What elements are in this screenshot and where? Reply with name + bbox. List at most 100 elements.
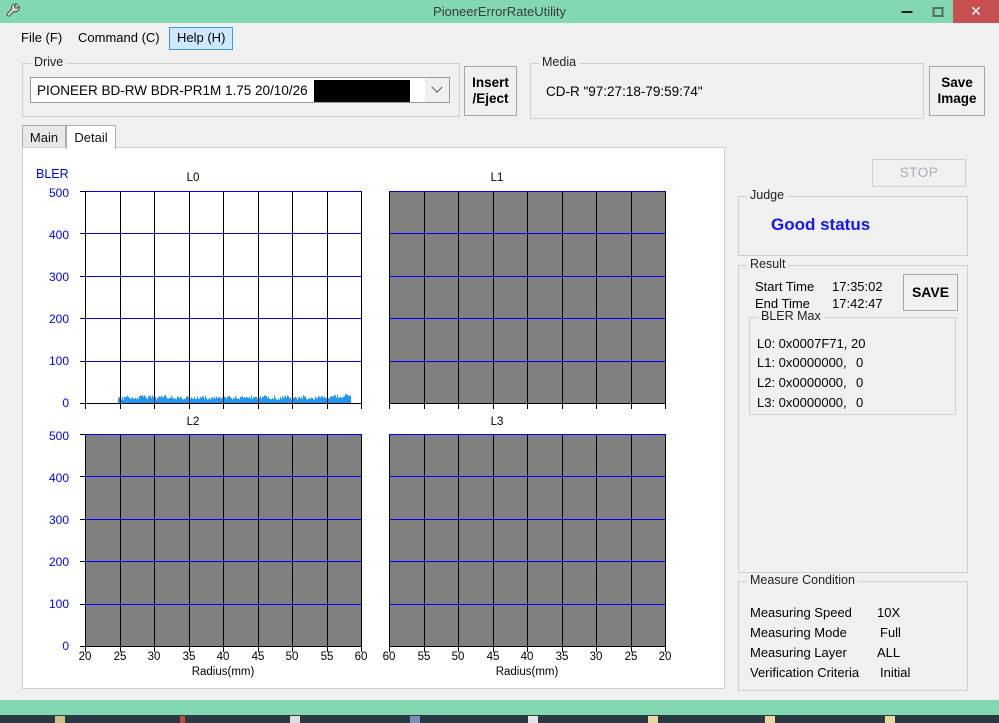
axis-tick	[258, 647, 259, 652]
gridline-vertical	[458, 434, 459, 647]
axis-tick	[189, 647, 190, 652]
gridline-vertical	[424, 191, 425, 404]
gridline-vertical	[223, 191, 224, 404]
ytick-l0-100: 100	[48, 354, 69, 368]
drive-select[interactable]: PIONEER BD-RW BDR-PR1M 1.75 20/10/26	[30, 77, 450, 103]
yaxis-tick	[80, 191, 85, 192]
drive-group-label: Drive	[31, 55, 67, 69]
drive-serial-redaction	[314, 80, 410, 102]
axis-tick	[189, 404, 190, 409]
axis-tick	[223, 647, 224, 652]
menu-bar: File (F) Command (C) Help (H)	[0, 23, 999, 52]
taskbar-icon-3[interactable]	[290, 716, 300, 723]
gridline-vertical	[361, 434, 362, 647]
taskbar-icon-4[interactable]	[410, 716, 420, 723]
taskbar-icon-7[interactable]	[765, 716, 775, 723]
gridline-vertical	[154, 434, 155, 647]
gridline-vertical	[631, 434, 632, 647]
title-bar: PioneerErrorRateUtility ✕	[0, 0, 999, 23]
axis-tick	[327, 647, 328, 652]
result-group-label: Result	[747, 257, 789, 271]
axis-tick	[562, 647, 563, 652]
xaxis-tick-label: 60	[354, 651, 368, 663]
close-button[interactable]: ✕	[953, 0, 999, 23]
gridline-vertical	[596, 434, 597, 647]
tab-main[interactable]: Main	[22, 125, 66, 148]
insert-eject-button[interactable]: Insert /Eject	[464, 66, 517, 116]
xaxis-tick-label: 20	[78, 651, 92, 663]
measuring-speed-label: Measuring Speed	[750, 605, 852, 620]
gridline-horizontal	[85, 519, 362, 520]
gridline-horizontal	[389, 434, 666, 435]
gridline-horizontal	[389, 476, 666, 477]
axis-tick	[424, 404, 425, 409]
measuring-speed-value: 10X	[877, 605, 901, 620]
xaxis-tick-label: 25	[624, 651, 638, 663]
gridline-vertical	[154, 191, 155, 404]
axis-tick	[120, 404, 121, 409]
yaxis-tick	[80, 434, 85, 435]
taskbar-icon-5[interactable]	[528, 716, 538, 723]
bler-max-row-l2-value: 0	[856, 375, 864, 390]
xaxis-tick-label: 55	[320, 651, 334, 663]
gridline-vertical	[389, 191, 390, 404]
media-value: CD-R "97:27:18-79:59:74"	[546, 84, 703, 99]
gridline-vertical	[258, 191, 259, 404]
stop-button[interactable]: STOP	[872, 159, 966, 187]
menu-help[interactable]: Help (H)	[169, 27, 234, 50]
ytick-l2-200: 200	[48, 555, 69, 569]
ytick-l0-300: 300	[48, 270, 69, 284]
gridline-vertical	[562, 434, 563, 647]
gridline-horizontal	[389, 276, 666, 277]
save-result-button[interactable]: SAVE	[903, 274, 958, 311]
xaxis-title-left: Radius(mm)	[191, 666, 255, 678]
xaxis-tick-label: 40	[216, 651, 230, 663]
axis-tick	[154, 404, 155, 409]
xaxis-tick-label: 45	[486, 651, 500, 663]
axis-tick	[458, 404, 459, 409]
gridline-horizontal	[85, 361, 362, 362]
application-window: PioneerErrorRateUtility ✕ File (F) Comma…	[0, 0, 999, 723]
gridline-vertical	[85, 191, 86, 404]
gridline-vertical	[665, 191, 666, 404]
taskbar-icon-1[interactable]	[55, 716, 65, 723]
gridline-horizontal	[85, 476, 362, 477]
measuring-layer-value: ALL	[877, 645, 901, 660]
axis-tick	[527, 647, 528, 652]
start-time-label: Start Time	[755, 279, 815, 294]
taskbar-icon-8[interactable]	[885, 716, 895, 723]
gridline-vertical	[223, 434, 224, 647]
taskbar-icon-2[interactable]	[180, 716, 185, 723]
detail-chart-panel: BLER L0 500 400 300 200 100 0 L1 L2 500 …	[22, 147, 725, 689]
ytick-l0-500: 500	[48, 186, 69, 200]
maximize-button[interactable]	[922, 0, 953, 23]
chart-plot-l1	[389, 191, 666, 404]
bler-max-row-l0-addr: L0: 0x0007F71,	[757, 336, 848, 351]
menu-file[interactable]: File (F)	[14, 27, 69, 48]
chevron-down-icon[interactable]	[425, 78, 449, 102]
xaxis-tick-label: 60	[382, 651, 396, 663]
taskbar-icon-6[interactable]	[648, 716, 658, 723]
xaxis-tick-label: 20	[658, 651, 672, 663]
gridline-horizontal	[389, 318, 666, 319]
chart-plot-l0	[85, 191, 362, 404]
minimize-button[interactable]	[891, 0, 922, 23]
judge-status: Good status	[771, 215, 871, 234]
menu-command[interactable]: Command (C)	[71, 27, 167, 48]
save-image-button[interactable]: Save Image	[929, 66, 985, 116]
xaxis-tick-label: 40	[520, 651, 534, 663]
chart-title-l0: L0	[186, 172, 200, 184]
tab-detail[interactable]: Detail	[66, 125, 116, 149]
ytick-l2-400: 400	[48, 471, 69, 485]
axis-tick	[493, 647, 494, 652]
axis-tick	[631, 647, 632, 652]
gridline-vertical	[361, 191, 362, 404]
ytick-l2-300: 300	[48, 513, 69, 527]
axis-tick	[154, 647, 155, 652]
gridline-vertical	[189, 434, 190, 647]
ytick-l0-0: 0	[62, 396, 69, 410]
measuring-mode-value: Full	[880, 625, 901, 640]
verification-criteria-value: Initial	[880, 665, 911, 680]
xaxis-tick-label: 50	[451, 651, 465, 663]
ytick-l0-400: 400	[48, 228, 69, 242]
